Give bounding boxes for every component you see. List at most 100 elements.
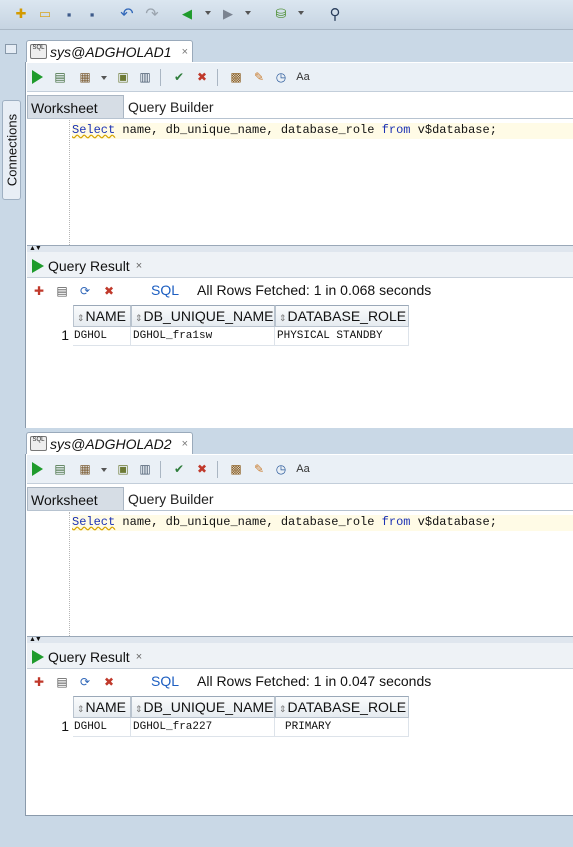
sql-statement[interactable]: Select name, db_unique_name, database_ro… [72,515,573,531]
back-icon[interactable]: ◀ [178,5,196,23]
save-all-icon[interactable]: ▪ [83,5,101,23]
forward-dropdown-icon[interactable] [245,11,251,15]
pin-icon[interactable]: ✚ [31,674,47,690]
cancel-fetch-icon[interactable]: ✖ [101,674,117,690]
history-icon[interactable]: ◷ [273,69,289,85]
print-icon[interactable]: ▤ [54,674,70,690]
forward-icon[interactable]: ▶ [219,5,237,23]
table-row[interactable]: 1 DGHOL DGHOL_fra227 PRIMARY [27,718,573,737]
minimize-panel-icon[interactable] [5,44,17,54]
commit-check-icon[interactable]: ✔ [171,461,187,477]
tab-worksheet[interactable]: Worksheet [27,95,124,118]
binoculars-icon[interactable]: ⚲ [326,5,344,23]
column-header-name[interactable]: ⇕NAME [73,696,131,718]
undo-icon[interactable]: ↶ [118,5,136,23]
refresh-icon[interactable]: ⟳ [77,283,93,299]
worksheet-toolbar-2: ▤ ▦ ▣ ▥ ✔ ✖ ▩ ✎ ◷ Aa [27,455,573,484]
column-header-db-unique-name[interactable]: ⇕DB_UNIQUE_NAME [131,696,275,718]
sql-tuning-icon[interactable]: ▩ [228,461,244,477]
connection-tab-label: sys@ADGHOLAD1 [50,43,172,60]
sort-icon: ⇕ [279,704,287,714]
sql-keyword: Select [72,123,116,137]
column-label: NAME [85,308,126,324]
result-grid-1: ⇕NAME ⇕DB_UNIQUE_NAME ⇕DATABASE_ROLE 1 D… [27,305,573,425]
splitter-2[interactable]: ▲▼ [27,636,573,643]
query-result-tab-1[interactable]: Query Result × [28,255,146,277]
explain-plan-icon[interactable]: ▣ [115,69,131,85]
open-folder-icon[interactable]: ▭ [36,5,54,23]
tab-worksheet[interactable]: Worksheet [27,487,124,510]
sql-connection-icon[interactable]: ⛁ [272,5,290,23]
table-cell[interactable]: PRIMARY [275,718,409,737]
cancel-fetch-icon[interactable]: ✖ [101,283,117,299]
query-result-tab-2[interactable]: Query Result × [28,646,146,668]
grid-header: ⇕NAME ⇕DB_UNIQUE_NAME ⇕DATABASE_ROLE [27,696,573,718]
tab-query-builder[interactable]: Query Builder [125,95,220,118]
sql-editor-2[interactable]: Select name, db_unique_name, database_ro… [27,512,573,636]
sql-statement[interactable]: Select name, db_unique_name, database_ro… [72,123,573,139]
column-header-database-role[interactable]: ⇕DATABASE_ROLE [275,305,409,327]
run-statement-icon[interactable] [31,462,43,476]
commit-dropdown-icon[interactable] [101,76,107,80]
save-icon[interactable]: ▪ [60,5,78,23]
redo-icon[interactable]: ↷ [143,5,161,23]
connection-tab-2[interactable]: SQL sys@ADGHOLAD2 × [26,432,194,454]
commit-icon[interactable]: ▦ [77,461,93,477]
refresh-icon[interactable]: ⟳ [77,674,93,690]
row-number: 1 [61,327,69,343]
column-label: DB_UNIQUE_NAME [143,308,274,324]
table-cell[interactable]: DGHOL_fra1sw [131,327,275,346]
column-header-db-unique-name[interactable]: ⇕DB_UNIQUE_NAME [131,305,275,327]
history-icon[interactable]: ◷ [273,461,289,477]
sql-link[interactable]: SQL [151,673,179,689]
table-cell[interactable]: PHYSICAL STANDBY [275,327,409,346]
connection-tab-1[interactable]: SQL sys@ADGHOLAD1 × [26,40,194,62]
clear-eraser-icon[interactable]: ✎ [251,461,267,477]
sql-link[interactable]: SQL [151,282,179,298]
close-icon[interactable]: × [136,260,142,272]
separator [160,69,161,86]
editor-gutter [69,120,70,245]
format-case-icon[interactable]: Aa [295,461,311,477]
rollback-icon[interactable]: ✖ [194,461,210,477]
sql-text: v$database; [410,123,497,137]
worksheet-subtabs-1: Worksheet Query Builder [27,93,573,119]
splitter-1[interactable]: ▲▼ [27,245,573,252]
close-icon[interactable]: × [136,651,142,663]
close-icon[interactable]: × [182,46,188,58]
collapse-arrows-icon[interactable]: ▲▼ [29,636,42,643]
sql-editor-1[interactable]: Select name, db_unique_name, database_ro… [27,120,573,245]
autotrace-icon[interactable]: ▥ [137,461,153,477]
commit-dropdown-icon[interactable] [101,468,107,472]
print-icon[interactable]: ▤ [54,283,70,299]
close-icon[interactable]: × [182,438,188,450]
table-cell[interactable]: DGHOL_fra227 [131,718,275,737]
format-case-icon[interactable]: Aa [295,69,311,85]
column-label: DATABASE_ROLE [287,308,407,324]
tab-query-builder[interactable]: Query Builder [125,487,220,510]
worksheet-toolbar-1: ▤ ▦ ▣ ▥ ✔ ✖ ▩ ✎ ◷ Aa [27,63,573,92]
fetch-status: All Rows Fetched: 1 in 0.047 seconds [197,673,432,689]
clear-eraser-icon[interactable]: ✎ [251,69,267,85]
separator [160,461,161,478]
autotrace-icon[interactable]: ▥ [137,69,153,85]
commit-check-icon[interactable]: ✔ [171,69,187,85]
run-script-icon[interactable]: ▤ [52,461,68,477]
table-row[interactable]: 1 DGHOL DGHOL_fra1sw PHYSICAL STANDBY [27,327,573,346]
explain-plan-icon[interactable]: ▣ [115,461,131,477]
table-cell[interactable]: DGHOL [73,718,131,737]
column-header-database-role[interactable]: ⇕DATABASE_ROLE [275,696,409,718]
pin-icon[interactable]: ✚ [31,283,47,299]
sql-tuning-icon[interactable]: ▩ [228,69,244,85]
back-dropdown-icon[interactable] [205,11,211,15]
collapse-arrows-icon[interactable]: ▲▼ [29,245,42,252]
run-statement-icon[interactable] [31,70,43,84]
column-header-name[interactable]: ⇕NAME [73,305,131,327]
connections-side-tab[interactable]: Connections [2,100,21,200]
table-cell[interactable]: DGHOL [73,327,131,346]
commit-icon[interactable]: ▦ [77,69,93,85]
sql-dropdown-icon[interactable] [298,11,304,15]
new-icon[interactable]: ✚ [12,5,30,23]
rollback-icon[interactable]: ✖ [194,69,210,85]
run-script-icon[interactable]: ▤ [52,69,68,85]
